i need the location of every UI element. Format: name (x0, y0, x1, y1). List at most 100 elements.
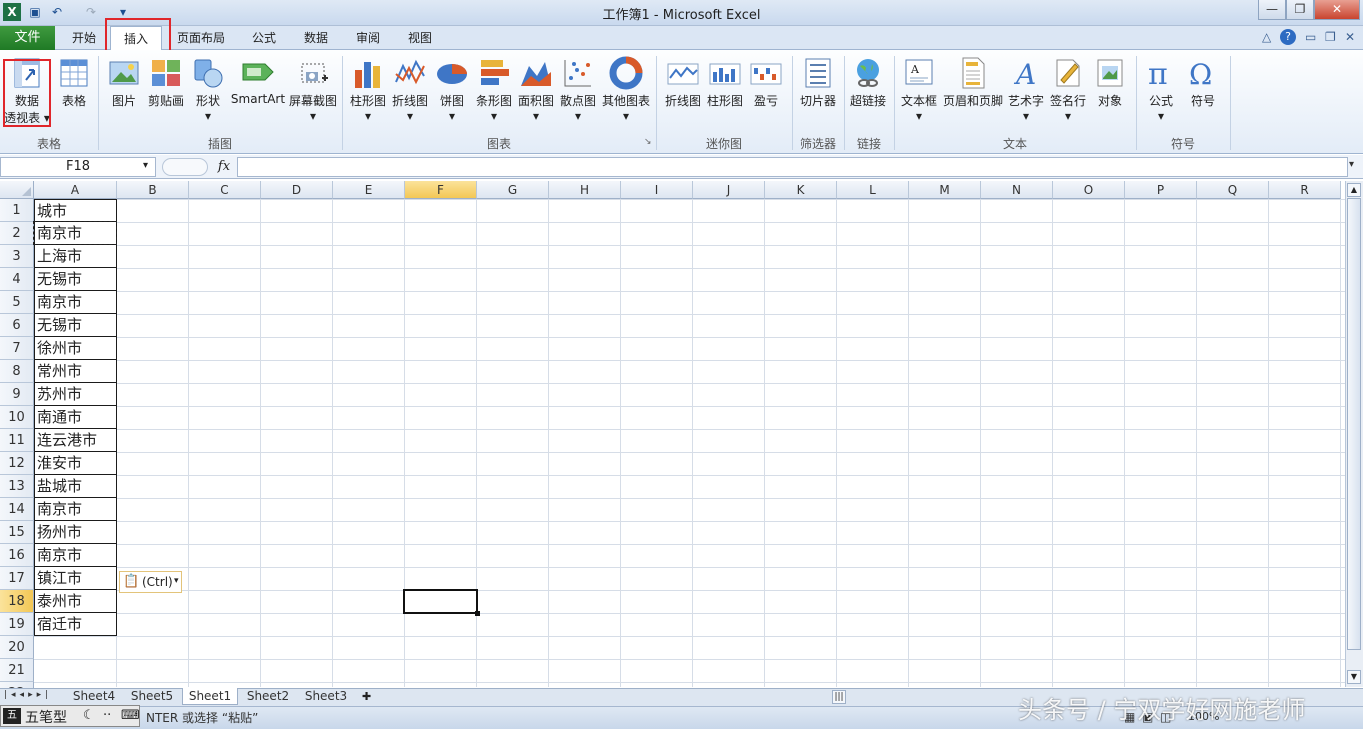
row-header-4[interactable]: 4 (0, 268, 34, 291)
column-header-k[interactable]: K (765, 181, 837, 199)
column-chart-button[interactable]: 柱形图 ▾ (348, 56, 388, 123)
header-footer-button[interactable]: 页眉和页脚 (942, 56, 1004, 109)
sparkline-column-button[interactable]: 柱形图 (705, 56, 745, 109)
table-button[interactable]: 表格 (55, 56, 93, 109)
column-header-n[interactable]: N (981, 181, 1053, 199)
insert-sheet-icon[interactable]: ✚ (362, 690, 371, 703)
column-header-j[interactable]: J (693, 181, 765, 199)
scroll-down-button[interactable]: ▼ (1347, 670, 1361, 684)
tab-file[interactable]: 文件 (0, 26, 55, 50)
textbox-button[interactable]: A 文本框 ▾ (898, 56, 940, 123)
fill-handle[interactable] (475, 611, 480, 616)
hyperlink-button[interactable]: 超链接 (848, 56, 888, 109)
cell-a11[interactable]: 连云港市 (34, 429, 117, 452)
cell-a12[interactable]: 淮安市 (34, 452, 117, 475)
tab-formulas[interactable]: 公式 (240, 26, 288, 50)
shapes-button[interactable]: 形状 ▾ (190, 56, 226, 123)
column-header-m[interactable]: M (909, 181, 981, 199)
other-charts-button[interactable]: 其他图表 ▾ (600, 56, 652, 123)
picture-button[interactable]: 图片 (104, 56, 144, 109)
cell-a6[interactable]: 无锡市 (34, 314, 117, 337)
sheet-tab-sheet2[interactable]: Sheet2 (240, 688, 296, 705)
cell-a1[interactable]: 城市 (34, 199, 117, 222)
moon-icon[interactable]: ☾ (83, 708, 95, 723)
row-header-21[interactable]: 21 (0, 659, 34, 682)
column-header-q[interactable]: Q (1197, 181, 1269, 199)
workbook-restore-icon[interactable]: ❐ (1325, 30, 1336, 44)
cell-a16[interactable]: 南京市 (34, 544, 117, 567)
row-header-9[interactable]: 9 (0, 383, 34, 406)
column-header-p[interactable]: P (1125, 181, 1197, 199)
signature-line-button[interactable]: 签名行 ▾ (1048, 56, 1088, 123)
scroll-thumb[interactable] (1347, 198, 1361, 650)
minimize-button[interactable]: — (1258, 0, 1286, 20)
object-button[interactable]: 对象 (1092, 56, 1128, 109)
cell-a19[interactable]: 宿迁市 (34, 613, 117, 636)
column-header-c[interactable]: C (189, 181, 261, 199)
sparkline-line-button[interactable]: 折线图 (662, 56, 704, 109)
row-header-7[interactable]: 7 (0, 337, 34, 360)
cell-a4[interactable]: 无锡市 (34, 268, 117, 291)
tab-home[interactable]: 开始 (60, 26, 108, 50)
column-header-i[interactable]: I (621, 181, 693, 199)
cell-a15[interactable]: 扬州市 (34, 521, 117, 544)
symbol-button[interactable]: Ω 符号 (1184, 56, 1222, 109)
sheet-nav-icons[interactable]: |◂◂▸▸| (4, 690, 52, 700)
column-header-e[interactable]: E (333, 181, 405, 199)
column-header-l[interactable]: L (837, 181, 909, 199)
row-header-17[interactable]: 17 (0, 567, 34, 590)
cell-a8[interactable]: 常州市 (34, 360, 117, 383)
horizontal-scroll-thumb[interactable]: ||| (832, 690, 846, 704)
column-header-o[interactable]: O (1053, 181, 1125, 199)
column-header-h[interactable]: H (549, 181, 621, 199)
row-header-16[interactable]: 16 (0, 544, 34, 567)
close-button[interactable]: ✕ (1314, 0, 1360, 20)
column-header-b[interactable]: B (117, 181, 189, 199)
column-header-r[interactable]: R (1269, 181, 1341, 199)
scroll-up-button[interactable]: ▲ (1347, 183, 1361, 197)
cell-a9[interactable]: 苏州市 (34, 383, 117, 406)
restore-button[interactable]: ❐ (1286, 0, 1314, 20)
smartart-button[interactable]: SmartArt (230, 56, 286, 106)
tab-review[interactable]: 审阅 (344, 26, 392, 50)
row-header-1[interactable]: 1 (0, 199, 34, 222)
area-chart-button[interactable]: 面积图 ▾ (516, 56, 556, 123)
insert-function-icon[interactable]: fx (212, 157, 236, 177)
tab-page-layout[interactable]: 页面布局 (168, 26, 234, 50)
row-header-19[interactable]: 19 (0, 613, 34, 636)
row-header-18[interactable]: 18 (0, 590, 34, 613)
name-box-dropdown-icon[interactable]: ▾ (143, 160, 148, 171)
cell-a5[interactable]: 南京市 (34, 291, 117, 314)
sheet-tab-sheet1[interactable]: Sheet1 (182, 688, 238, 705)
row-header-3[interactable]: 3 (0, 245, 34, 268)
keyboard-icon[interactable]: ⌨ (121, 708, 140, 723)
cell-a17[interactable]: 镇江市 (34, 567, 117, 590)
screenshot-button[interactable]: 屏幕截图 ▾ (288, 56, 338, 123)
workbook-minimize-icon[interactable]: ▭ (1305, 30, 1316, 44)
cell-a14[interactable]: 南京市 (34, 498, 117, 521)
minimize-ribbon-icon[interactable]: △ (1262, 30, 1271, 44)
line-chart-button[interactable]: 折线图 ▾ (390, 56, 430, 123)
sheet-tab-sheet3[interactable]: Sheet3 (298, 688, 354, 705)
punctuation-icon[interactable]: ·· (103, 708, 111, 723)
column-header-d[interactable]: D (261, 181, 333, 199)
row-header-20[interactable]: 20 (0, 636, 34, 659)
scatter-chart-button[interactable]: 散点图 ▾ (558, 56, 598, 123)
equation-button[interactable]: π 公式 ▾ (1142, 56, 1180, 123)
column-header-g[interactable]: G (477, 181, 549, 199)
tab-data[interactable]: 数据 (292, 26, 340, 50)
row-header-2[interactable]: 2 (0, 222, 34, 245)
active-cell-f18[interactable] (403, 589, 478, 614)
clipart-button[interactable]: 剪贴画 (145, 56, 187, 109)
ime-toolbar[interactable]: 五 五笔型 ☾ ·· ⌨ (0, 705, 140, 727)
cell-a18[interactable]: 泰州市 (34, 590, 117, 613)
row-header-14[interactable]: 14 (0, 498, 34, 521)
row-header-10[interactable]: 10 (0, 406, 34, 429)
formula-input[interactable] (237, 157, 1348, 177)
cell-a10[interactable]: 南通市 (34, 406, 117, 429)
worksheet-grid[interactable] (34, 199, 1345, 687)
tab-view[interactable]: 视图 (396, 26, 444, 50)
sheet-tab-sheet4[interactable]: Sheet4 (66, 688, 122, 705)
row-header-6[interactable]: 6 (0, 314, 34, 337)
column-header-a[interactable]: A (34, 181, 117, 199)
